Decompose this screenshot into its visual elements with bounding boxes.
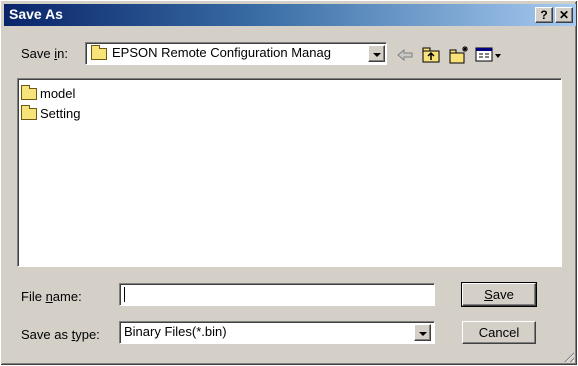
save-as-type-label: Save as type: (21, 327, 100, 342)
new-folder-icon[interactable] (448, 45, 470, 65)
folder-icon (21, 84, 37, 100)
file-list[interactable]: model Setting (17, 78, 562, 267)
save-in-dropdown-button[interactable] (368, 45, 385, 62)
list-item[interactable]: Setting (21, 104, 81, 123)
save-as-type-value: Binary Files(*.bin) (124, 324, 227, 339)
folder-icon (21, 104, 37, 120)
help-button[interactable]: ? (535, 7, 553, 23)
resize-grip[interactable] (562, 350, 574, 362)
save-button-label: ave (492, 287, 514, 302)
dialog-title: Save As (9, 6, 63, 22)
cancel-button[interactable]: Cancel (462, 321, 536, 344)
save-in-label: Save in: (21, 46, 68, 61)
file-name-label-suffix: ame: (52, 289, 82, 304)
save-in-value: EPSON Remote Configuration Manag (112, 45, 331, 60)
text-caret (124, 287, 125, 302)
save-as-type-dropdown-button[interactable] (414, 324, 431, 341)
file-item-name: Setting (40, 106, 81, 122)
save-in-label-prefix: Save (21, 46, 55, 61)
file-name-input[interactable] (119, 283, 435, 306)
save-in-dropdown[interactable]: EPSON Remote Configuration Manag (85, 42, 387, 65)
title-bar[interactable]: Save As ? ✕ (4, 4, 576, 26)
save-in-label-suffix: n: (57, 46, 68, 61)
save-as-type-label-prefix: Save as (21, 327, 72, 342)
close-button[interactable]: ✕ (555, 7, 573, 23)
up-folder-icon[interactable] (420, 45, 442, 65)
list-item[interactable]: model (21, 84, 76, 103)
view-menu-icon[interactable] (474, 45, 504, 65)
save-button[interactable]: Save (461, 282, 537, 307)
file-name-label-prefix: File (21, 289, 46, 304)
save-button-accel: S (484, 287, 493, 302)
save-as-type-label-suffix: ype: (75, 327, 100, 342)
save-as-dialog: Save As ? ✕ Save in: EPSON Remote Config… (0, 0, 578, 366)
file-name-label: File name: (21, 289, 82, 304)
save-as-type-dropdown[interactable]: Binary Files(*.bin) (119, 321, 435, 344)
back-arrow-icon[interactable] (394, 45, 416, 65)
file-name-label-accel: n (45, 289, 53, 304)
file-item-name: model (40, 86, 76, 102)
folder-open-icon (91, 45, 107, 60)
